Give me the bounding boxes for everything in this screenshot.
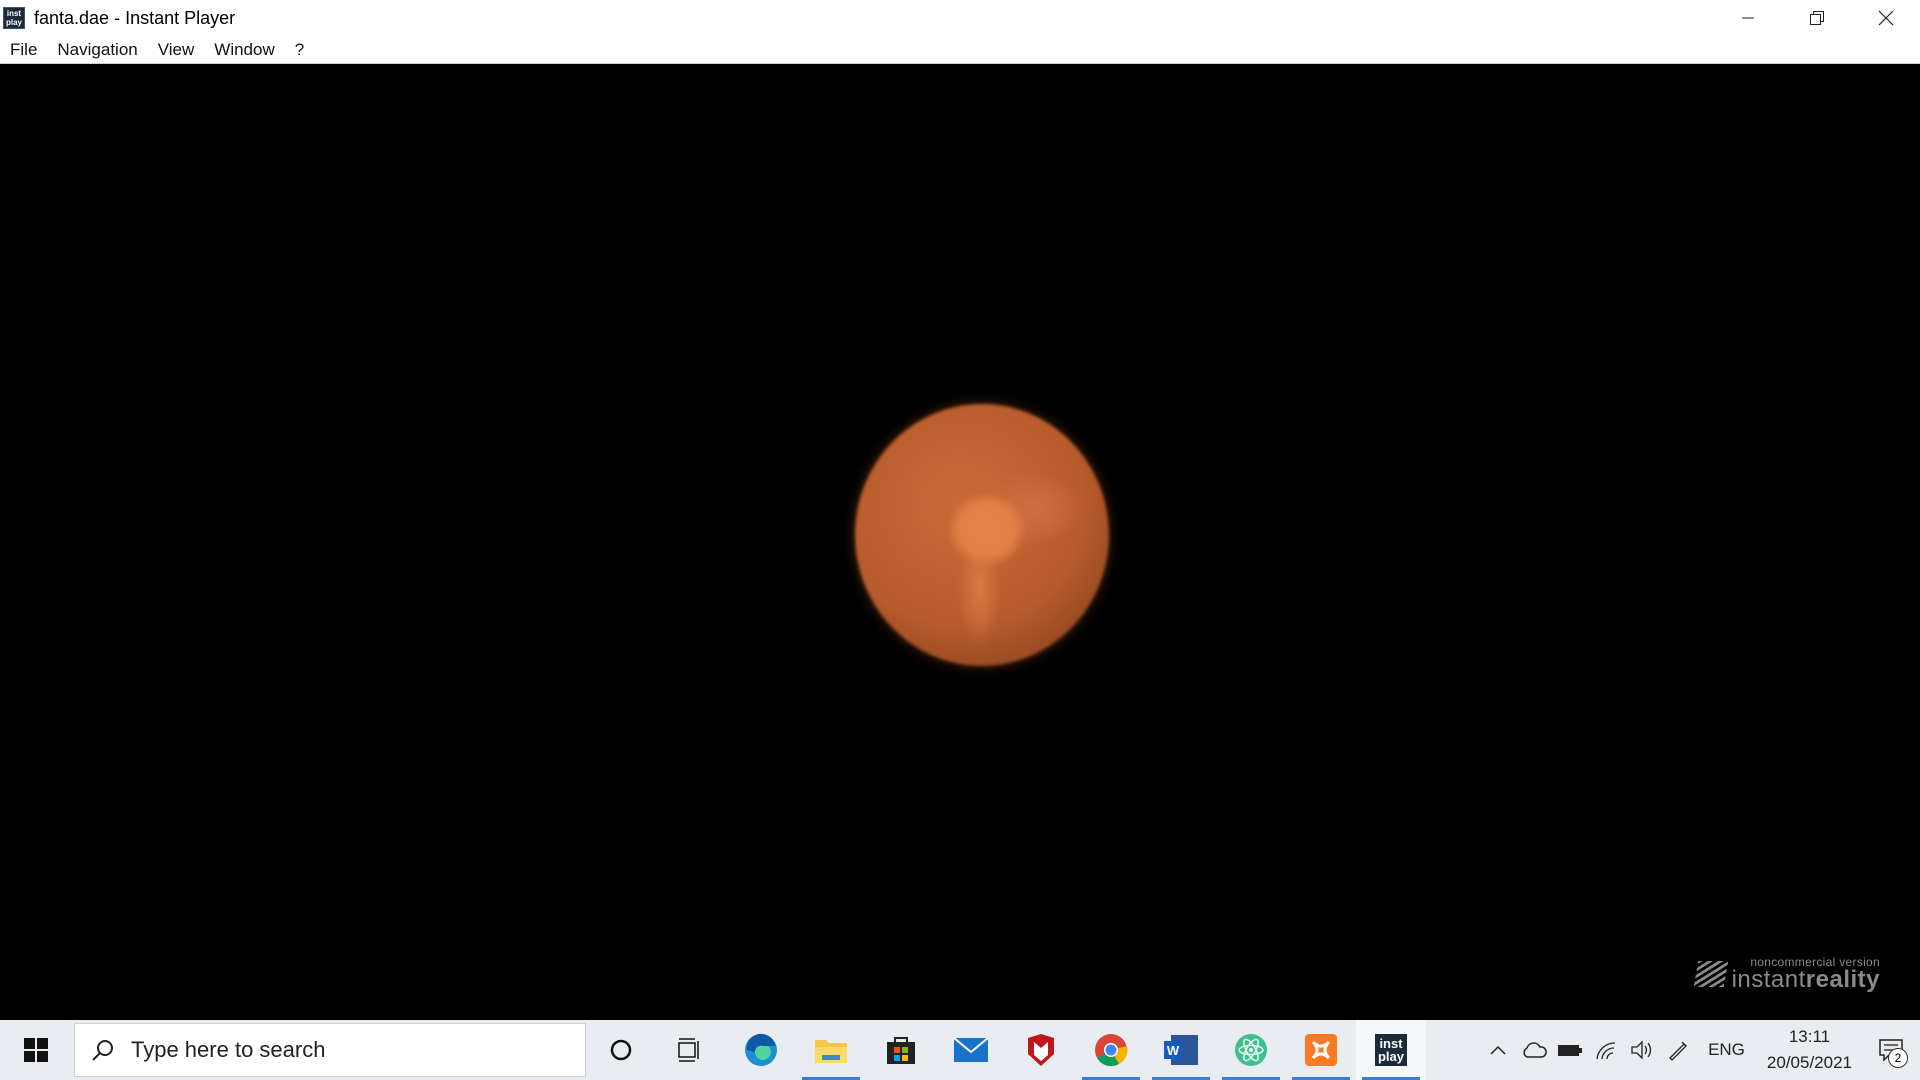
watermark-brand-regular: instant (1731, 966, 1806, 993)
instant-player-button[interactable]: inst play (1356, 1020, 1426, 1080)
search-placeholder: Type here to search (131, 1037, 326, 1062)
pen-button[interactable] (1660, 1020, 1696, 1080)
battery-icon (1558, 1045, 1583, 1056)
system-tray: ENG 13:11 20/05/2021 2 (1480, 1020, 1920, 1080)
microsoft-store-icon (887, 1037, 915, 1064)
app-icon[interactable]: inst play (3, 7, 25, 29)
speaker-icon (1631, 1040, 1652, 1060)
mail-button[interactable] (936, 1020, 1006, 1080)
word-icon-letter: W (1167, 1043, 1180, 1058)
watermark-brand-bold: reality (1805, 966, 1880, 993)
mcafee-button[interactable] (1006, 1020, 1076, 1080)
word-icon: W (1164, 1035, 1198, 1065)
chrome-button[interactable] (1076, 1020, 1146, 1080)
menu-bar: File Navigation View Window ? (0, 36, 1920, 64)
action-center-button[interactable]: 2 (1862, 1020, 1920, 1080)
instant-player-icon-bottom: play (1377, 1049, 1404, 1064)
window-controls (1713, 0, 1920, 36)
task-view-icon (678, 1038, 699, 1062)
minimize-button[interactable] (1713, 0, 1782, 36)
app-icon-text-bottom: play (5, 18, 22, 27)
volume-button[interactable] (1624, 1020, 1660, 1080)
close-button[interactable] (1851, 0, 1920, 36)
clock-time: 13:11 (1788, 1027, 1831, 1046)
onedrive-button[interactable] (1516, 1020, 1552, 1080)
mcafee-icon (1028, 1034, 1054, 1066)
instant-player-window: inst play fanta.dae - Instant Player Fil… (0, 0, 1920, 1020)
edge-button[interactable] (726, 1020, 796, 1080)
close-icon (1878, 10, 1893, 26)
cortana-button[interactable] (586, 1020, 656, 1080)
battery-button[interactable] (1552, 1020, 1588, 1080)
edge-icon (745, 1033, 777, 1066)
title-bar[interactable]: inst play fanta.dae - Instant Player (0, 0, 1920, 36)
window-title: fanta.dae - Instant Player (34, 7, 236, 28)
wifi-icon (1596, 1042, 1616, 1060)
chevron-up-icon (1490, 1045, 1506, 1055)
search-input[interactable]: Type here to search (74, 1023, 586, 1077)
file-explorer-button[interactable] (796, 1020, 866, 1080)
atom-button[interactable] (1216, 1020, 1286, 1080)
menu-help[interactable]: ? (285, 40, 314, 60)
orange-sphere[interactable] (855, 404, 1109, 666)
cortana-icon (610, 1039, 632, 1061)
restore-icon (1809, 11, 1824, 25)
task-view-button[interactable] (656, 1020, 726, 1080)
restore-button[interactable] (1782, 0, 1851, 36)
instantreality-logo-icon (1693, 961, 1728, 987)
instantreality-watermark: noncommercial version instantreality (1693, 956, 1880, 992)
xampp-button[interactable] (1286, 1020, 1356, 1080)
3d-viewport[interactable]: noncommercial version instantreality (0, 64, 1920, 1020)
minimize-icon (1741, 17, 1754, 19)
clock-date: 20/05/2021 (1766, 1053, 1852, 1072)
start-button[interactable] (0, 1020, 72, 1080)
xampp-icon (1305, 1034, 1337, 1066)
taskbar: Type here to search W inst play ENG 13:1… (0, 1020, 1920, 1080)
chrome-icon (1095, 1034, 1128, 1067)
onedrive-cloud-icon (1523, 1042, 1547, 1058)
microsoft-store-button[interactable] (866, 1020, 936, 1080)
file-explorer-icon (815, 1040, 847, 1063)
atom-icon (1235, 1034, 1267, 1066)
clock-button[interactable]: 13:11 20/05/2021 (1757, 1024, 1862, 1076)
show-hidden-icons-button[interactable] (1480, 1020, 1516, 1080)
word-button[interactable]: W (1146, 1020, 1216, 1080)
watermark-line2: instantreality (1732, 968, 1880, 992)
menu-file[interactable]: File (0, 40, 47, 60)
menu-navigation[interactable]: Navigation (47, 40, 147, 60)
notification-count-badge: 2 (1888, 1048, 1908, 1068)
search-icon (92, 1040, 113, 1061)
menu-view[interactable]: View (148, 40, 205, 60)
input-language-indicator[interactable]: ENG (1696, 1040, 1757, 1060)
instant-player-icon: inst play (1375, 1034, 1407, 1066)
mail-icon (953, 1037, 989, 1062)
windows-logo-icon (24, 1038, 48, 1062)
pen-icon (1669, 1041, 1687, 1061)
network-button[interactable] (1588, 1020, 1624, 1080)
menu-window[interactable]: Window (204, 40, 284, 60)
app-icon-text-top: inst (6, 9, 22, 18)
